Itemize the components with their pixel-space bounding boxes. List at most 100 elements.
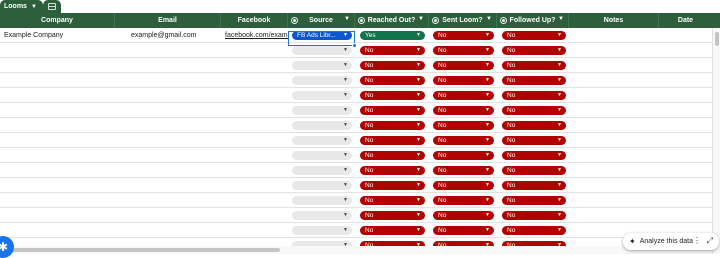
chevron-down-icon[interactable]: ▼	[416, 61, 421, 70]
expand-icon[interactable]: ⤢	[707, 236, 713, 246]
followed-up-dropdown[interactable]: No ▼	[502, 31, 566, 40]
sent-loom-dropdown[interactable]: No ▼	[433, 31, 494, 40]
chevron-down-icon[interactable]: ▼	[557, 196, 562, 205]
cell-email[interactable]: example@gmail.com	[127, 28, 221, 43]
followed-up-dropdown[interactable]: No ▼	[502, 106, 566, 115]
reached-out-dropdown[interactable]: No ▼	[360, 211, 425, 220]
cell-facebook[interactable]	[221, 103, 288, 118]
cell-email[interactable]	[127, 103, 221, 118]
reached-out-dropdown[interactable]: No ▼	[360, 106, 425, 115]
header-facebook[interactable]: Facebook	[221, 13, 288, 28]
chevron-down-icon[interactable]: ▼	[486, 16, 492, 22]
followed-up-dropdown[interactable]: No ▼	[502, 136, 566, 145]
chevron-down-icon[interactable]: ▼	[485, 76, 490, 85]
reached-out-dropdown[interactable]: No ▼	[360, 166, 425, 175]
header-notes[interactable]: Notes	[569, 13, 659, 28]
cell-company[interactable]	[0, 163, 115, 178]
cell-email[interactable]	[127, 178, 221, 193]
reached-out-dropdown[interactable]: No ▼	[360, 121, 425, 130]
cell-company[interactable]	[0, 133, 115, 148]
analyze-data-button[interactable]: ✦ Analyze this data ⋮ ⤢	[623, 233, 719, 250]
cell-company[interactable]	[0, 58, 115, 73]
chevron-down-icon[interactable]: ▼	[485, 166, 490, 175]
more-options-icon[interactable]: ⋮	[693, 236, 701, 245]
chevron-down-icon[interactable]: ▼	[485, 106, 490, 115]
sent-loom-dropdown[interactable]: No ▼	[433, 136, 494, 145]
cell-email[interactable]	[127, 58, 221, 73]
header-sent-loom[interactable]: Sent Loom? ▼	[429, 13, 497, 28]
source-dropdown[interactable]: ▼	[292, 61, 352, 70]
followed-up-dropdown[interactable]: No ▼	[502, 166, 566, 175]
chevron-down-icon[interactable]: ▼	[343, 106, 348, 115]
chevron-down-icon[interactable]: ▼	[343, 91, 348, 100]
chevron-down-icon[interactable]: ▼	[485, 121, 490, 130]
source-dropdown[interactable]: ▼	[292, 166, 352, 175]
followed-up-dropdown[interactable]: No ▼	[502, 181, 566, 190]
tab-looms[interactable]: Looms ▼	[0, 0, 43, 13]
chevron-down-icon[interactable]: ▼	[485, 211, 490, 220]
header-followed-up[interactable]: Followed Up? ▼	[497, 13, 569, 28]
cell-email[interactable]	[127, 163, 221, 178]
followed-up-dropdown[interactable]: No ▼	[502, 211, 566, 220]
sent-loom-dropdown[interactable]: No ▼	[433, 196, 494, 205]
chevron-down-icon[interactable]: ▼	[485, 31, 490, 40]
reached-out-dropdown[interactable]: No ▼	[360, 91, 425, 100]
cell-email[interactable]	[127, 223, 221, 238]
reached-out-dropdown[interactable]: No ▼	[360, 61, 425, 70]
followed-up-dropdown[interactable]: No ▼	[502, 226, 566, 235]
reached-out-dropdown[interactable]: No ▼	[360, 136, 425, 145]
chevron-down-icon[interactable]: ▼	[557, 91, 562, 100]
sent-loom-dropdown[interactable]: No ▼	[433, 226, 494, 235]
chevron-down-icon[interactable]: ▼	[416, 76, 421, 85]
cell-email[interactable]	[127, 208, 221, 223]
cell-company[interactable]	[0, 43, 115, 58]
cell-company[interactable]	[0, 103, 115, 118]
source-dropdown[interactable]: ▼	[292, 46, 352, 55]
cell-email[interactable]	[127, 73, 221, 88]
chevron-down-icon[interactable]: ▼	[557, 211, 562, 220]
source-dropdown[interactable]: ▼	[292, 181, 352, 190]
chevron-down-icon[interactable]: ▼	[557, 166, 562, 175]
sent-loom-dropdown[interactable]: No ▼	[433, 166, 494, 175]
cell-email[interactable]	[127, 148, 221, 163]
followed-up-dropdown[interactable]: No ▼	[502, 196, 566, 205]
chevron-down-icon[interactable]: ▼	[485, 91, 490, 100]
header-company[interactable]: Company	[0, 13, 115, 28]
chevron-down-icon[interactable]: ▼	[416, 181, 421, 190]
reached-out-dropdown[interactable]: Yes ▼	[360, 31, 425, 40]
chevron-down-icon[interactable]: ▼	[344, 16, 350, 22]
chevron-down-icon[interactable]: ▼	[343, 121, 348, 130]
horizontal-scrollbar[interactable]	[0, 246, 712, 254]
source-dropdown[interactable]: ▼	[292, 106, 352, 115]
chevron-down-icon[interactable]: ▼	[557, 121, 562, 130]
source-dropdown[interactable]: ▼	[292, 76, 352, 85]
sent-loom-dropdown[interactable]: No ▼	[433, 106, 494, 115]
cell-facebook[interactable]	[221, 58, 288, 73]
cell-facebook[interactable]	[221, 73, 288, 88]
sent-loom-dropdown[interactable]: No ▼	[433, 46, 494, 55]
cell-facebook[interactable]	[221, 208, 288, 223]
cell-facebook[interactable]	[221, 88, 288, 103]
chevron-down-icon[interactable]: ▼	[343, 76, 348, 85]
chevron-down-icon[interactable]: ▼	[485, 181, 490, 190]
source-dropdown[interactable]: ▼	[292, 136, 352, 145]
chevron-down-icon[interactable]: ▼	[416, 151, 421, 160]
source-dropdown[interactable]: ▼	[292, 121, 352, 130]
chevron-down-icon[interactable]: ▼	[558, 16, 564, 22]
followed-up-dropdown[interactable]: No ▼	[502, 76, 566, 85]
reached-out-dropdown[interactable]: No ▼	[360, 46, 425, 55]
cell-facebook[interactable]	[221, 178, 288, 193]
source-dropdown[interactable]: ▼	[292, 211, 352, 220]
chevron-down-icon[interactable]: ▼	[557, 151, 562, 160]
header-date[interactable]: Date	[659, 13, 712, 28]
chevron-down-icon[interactable]: ▼	[416, 46, 421, 55]
vertical-scrollbar[interactable]	[712, 28, 720, 254]
chevron-down-icon[interactable]: ▼	[343, 196, 348, 205]
chevron-down-icon[interactable]: ▼	[416, 211, 421, 220]
cell-facebook[interactable]	[221, 193, 288, 208]
cell-facebook[interactable]	[221, 133, 288, 148]
cell-email[interactable]	[127, 193, 221, 208]
header-email[interactable]: Email	[115, 13, 221, 28]
chevron-down-icon[interactable]: ▼	[343, 211, 348, 220]
chevron-down-icon[interactable]: ▼	[557, 106, 562, 115]
